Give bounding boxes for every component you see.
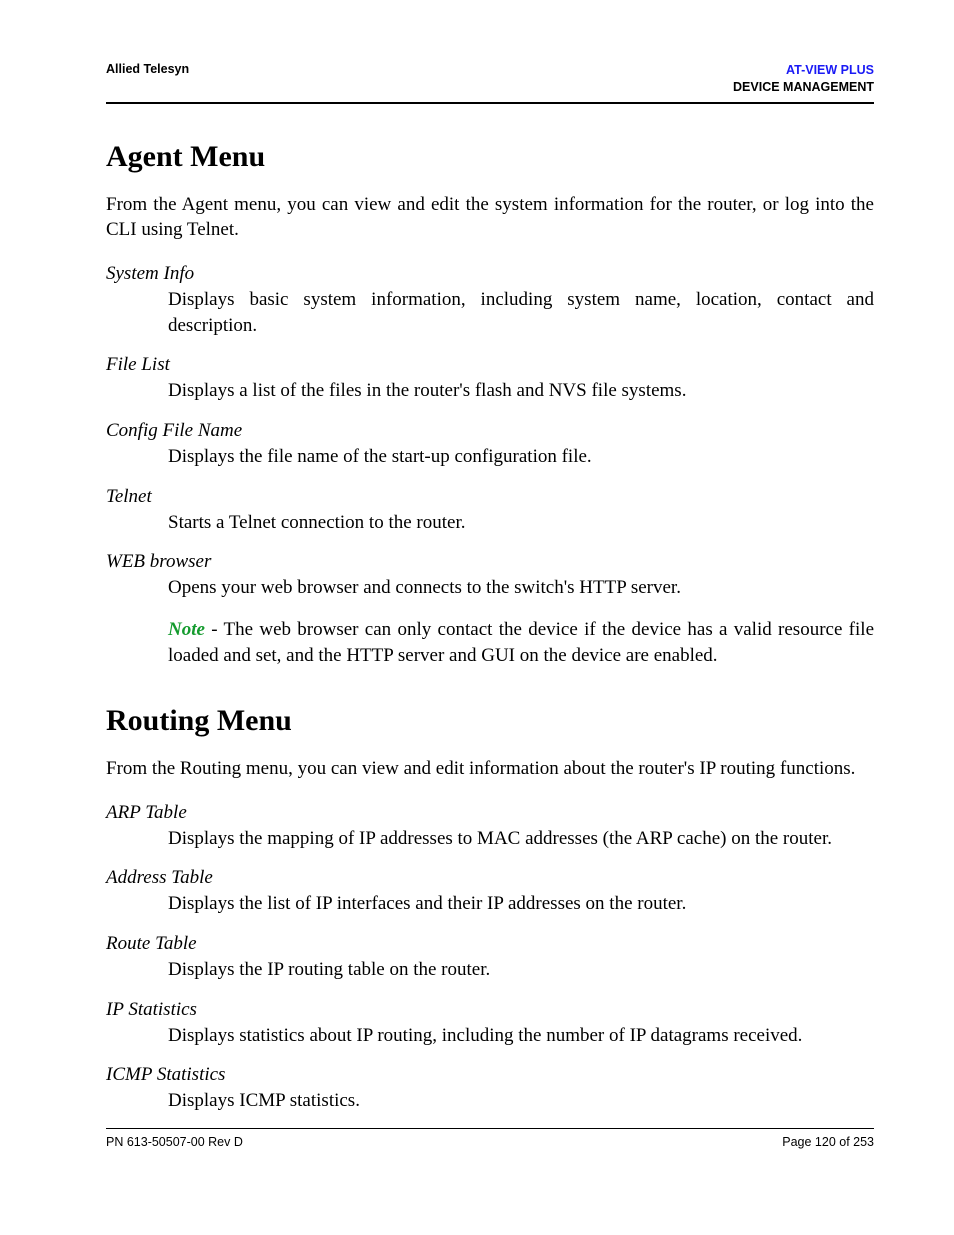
entry-term: ICMP Statistics	[106, 1064, 874, 1086]
entry-desc: Opens your web browser and connects to t…	[168, 575, 874, 601]
entry-term: Address Table	[106, 867, 874, 889]
entry-term: System Info	[106, 263, 874, 285]
entry-system-info: System Info Displays basic system inform…	[106, 263, 874, 338]
page-footer: PN 613-50507-00 Rev D Page 120 of 253	[106, 1128, 874, 1149]
entry-term: Telnet	[106, 486, 874, 508]
entry-icmp-statistics: ICMP Statistics Displays ICMP statistics…	[106, 1064, 874, 1114]
entry-desc: Displays the mapping of IP addresses to …	[168, 826, 874, 852]
entry-file-list: File List Displays a list of the files i…	[106, 354, 874, 404]
entry-term: Route Table	[106, 933, 874, 955]
entry-web-browser: WEB browser Opens your web browser and c…	[106, 551, 874, 668]
entry-arp-table: ARP Table Displays the mapping of IP add…	[106, 802, 874, 852]
entry-term: IP Statistics	[106, 999, 874, 1021]
header-section-name: DEVICE MANAGEMENT	[733, 79, 874, 96]
agent-menu-intro: From the Agent menu, you can view and ed…	[106, 192, 874, 243]
footer-page-number: Page 120 of 253	[782, 1135, 874, 1149]
agent-menu-heading: Agent Menu	[106, 140, 874, 174]
entry-term: ARP Table	[106, 802, 874, 824]
routing-menu-intro: From the Routing menu, you can view and …	[106, 756, 874, 782]
entry-telnet: Telnet Starts a Telnet connection to the…	[106, 486, 874, 536]
routing-menu-heading: Routing Menu	[106, 704, 874, 738]
entry-desc: Starts a Telnet connection to the router…	[168, 510, 874, 536]
entry-route-table: Route Table Displays the IP routing tabl…	[106, 933, 874, 983]
entry-desc: Displays the list of IP interfaces and t…	[168, 891, 874, 917]
footer-part-number: PN 613-50507-00 Rev D	[106, 1135, 243, 1149]
entry-term: Config File Name	[106, 420, 874, 442]
entry-ip-statistics: IP Statistics Displays statistics about …	[106, 999, 874, 1049]
document-page: Allied Telesyn AT-VIEW PLUS DEVICE MANAG…	[0, 0, 954, 1235]
entry-desc: Displays the IP routing table on the rou…	[168, 957, 874, 983]
page-header: Allied Telesyn AT-VIEW PLUS DEVICE MANAG…	[106, 62, 874, 104]
entry-config-file-name: Config File Name Displays the file name …	[106, 420, 874, 470]
entry-address-table: Address Table Displays the list of IP in…	[106, 867, 874, 917]
note-label: Note	[168, 619, 205, 640]
note-block: Note - The web browser can only contact …	[168, 617, 874, 668]
entry-desc: Displays the file name of the start-up c…	[168, 444, 874, 470]
entry-term: WEB browser	[106, 551, 874, 573]
header-product-name: AT-VIEW PLUS	[733, 62, 874, 79]
note-text: - The web browser can only contact the d…	[168, 619, 874, 666]
entry-desc: Displays basic system information, inclu…	[168, 287, 874, 338]
entry-desc: Displays statistics about IP routing, in…	[168, 1023, 874, 1049]
entry-term: File List	[106, 354, 874, 376]
header-product: AT-VIEW PLUS DEVICE MANAGEMENT	[733, 62, 874, 96]
entry-desc: Displays a list of the files in the rout…	[168, 378, 874, 404]
entry-desc: Displays ICMP statistics.	[168, 1088, 874, 1114]
header-company: Allied Telesyn	[106, 62, 189, 76]
